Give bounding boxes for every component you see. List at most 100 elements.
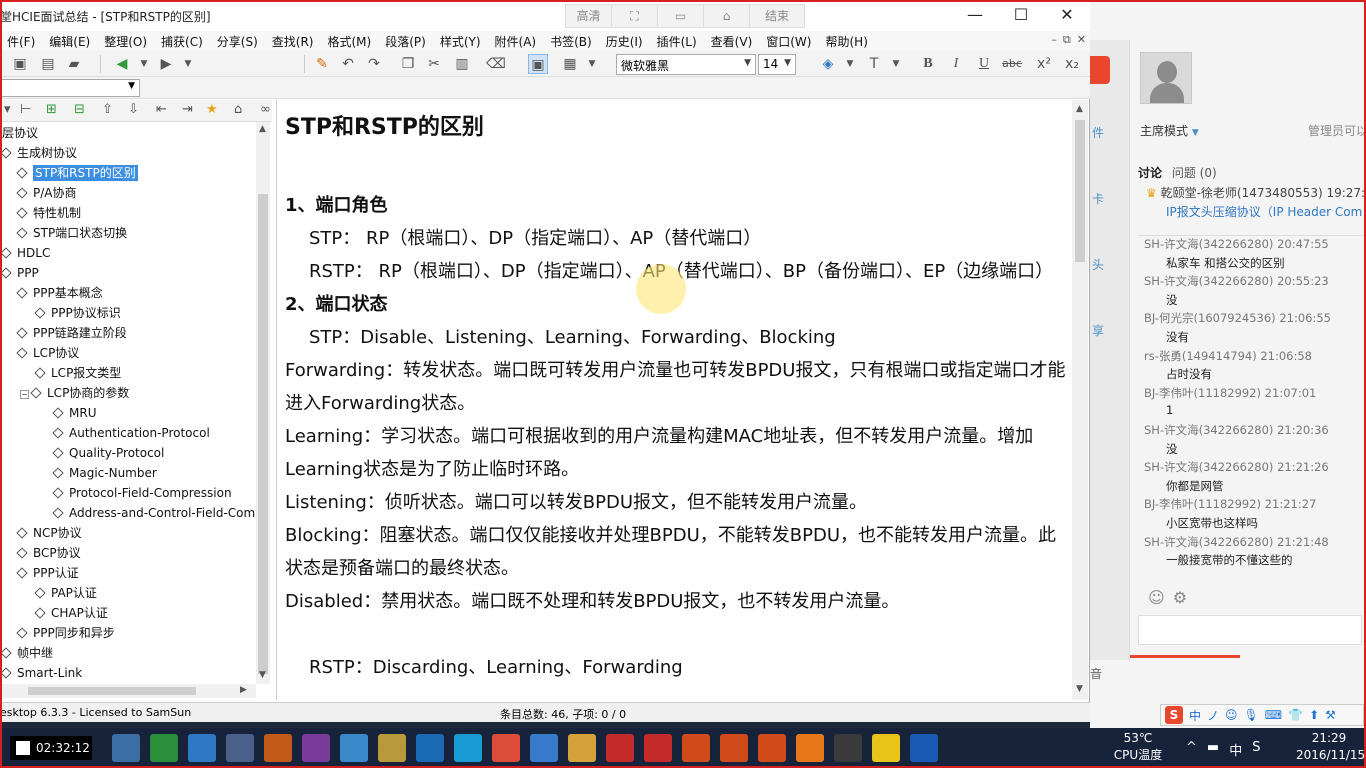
- add-child-icon[interactable]: ⊞: [46, 102, 57, 117]
- tree-node[interactable]: CHAP认证: [34, 603, 108, 623]
- tree-scroll-thumb[interactable]: [258, 194, 268, 674]
- scroll-up-icon[interactable]: ▲: [259, 124, 266, 134]
- tray-message-icon[interactable]: ▬: [1207, 740, 1219, 759]
- ime-upload-icon[interactable]: ⬆: [1309, 708, 1319, 722]
- undo-icon[interactable]: ↶: [338, 54, 358, 74]
- ime-tools-icon[interactable]: ⚒: [1325, 708, 1336, 722]
- tree-node[interactable]: PPP链路建立阶段: [16, 323, 127, 343]
- back-icon[interactable]: ◀: [112, 54, 132, 74]
- tree-node[interactable]: PPP同步和异步: [16, 623, 115, 643]
- network-app-icon[interactable]: [112, 734, 140, 762]
- powerpoint-app-icon-3[interactable]: [758, 734, 786, 762]
- pdf-app-icon-2[interactable]: [644, 734, 672, 762]
- chevron-down-icon[interactable]: ▼: [178, 54, 198, 74]
- start-button[interactable]: 02:32:12: [10, 736, 92, 760]
- add-sibling-icon[interactable]: ⊟: [74, 102, 85, 117]
- close-button[interactable]: ✕: [1044, 4, 1090, 26]
- eraser-icon[interactable]: ⌫: [486, 54, 506, 74]
- mdi-close-button[interactable]: ✕: [1077, 33, 1086, 47]
- tree-node[interactable]: PPP基本概念: [16, 283, 103, 303]
- hd-button[interactable]: 高清: [566, 5, 612, 27]
- italic-button[interactable]: I: [946, 54, 966, 74]
- underline-button[interactable]: U: [974, 54, 994, 74]
- window-capture-icon[interactable]: ▭: [658, 5, 704, 27]
- region-icon[interactable]: ⛶: [612, 5, 658, 27]
- menu-help[interactable]: 帮助(H): [818, 31, 874, 50]
- pdf-app-icon[interactable]: [606, 734, 634, 762]
- tab-discuss[interactable]: 讨论: [1138, 166, 1162, 180]
- cut-icon[interactable]: ✂: [424, 54, 444, 74]
- clock[interactable]: 21:29 2016/11/15: [1296, 730, 1365, 764]
- tree-node[interactable]: Address-and-Control-Field-Com: [52, 503, 255, 523]
- pen-icon[interactable]: ✎: [312, 54, 332, 74]
- style-combo[interactable]: ▼: [0, 79, 140, 97]
- ime-punctuation-icon[interactable]: ノ: [1207, 707, 1219, 724]
- teamviewer-app-icon[interactable]: [834, 734, 862, 762]
- menu-history[interactable]: 历史(I): [599, 31, 650, 50]
- editor-vertical-scrollbar[interactable]: ▲ ▼: [1072, 100, 1088, 700]
- sogou-logo-icon[interactable]: S: [1165, 706, 1183, 724]
- emoji-icon[interactable]: ☺: [1148, 588, 1173, 607]
- tree-node[interactable]: Magic-Number: [52, 463, 157, 483]
- scroll-right-icon[interactable]: ▶: [240, 685, 247, 695]
- menu-bookmark[interactable]: 书签(B): [543, 31, 599, 50]
- tree-node[interactable]: 帧中继: [0, 643, 53, 663]
- tree-node[interactable]: Protocol-Field-Compression: [52, 483, 232, 503]
- save-icon[interactable]: ▣: [10, 54, 30, 74]
- shark-app-icon[interactable]: [910, 734, 938, 762]
- menu-organize[interactable]: 整理(O): [97, 31, 154, 50]
- menu-capture[interactable]: 捕获(C): [154, 31, 210, 50]
- paste-icon[interactable]: ▥: [452, 54, 472, 74]
- superscript-button[interactable]: x²: [1034, 54, 1054, 74]
- tree-node-icon[interactable]: ⊢: [20, 102, 31, 117]
- settings-gear-icon[interactable]: ⚙: [1173, 588, 1195, 607]
- mdi-restore-button[interactable]: ⧉: [1063, 33, 1071, 47]
- menu-share[interactable]: 分享(S): [210, 31, 265, 50]
- tree-node[interactable]: PPP: [0, 263, 39, 283]
- font-name-select[interactable]: 微软雅黑 ▼: [616, 54, 756, 75]
- tree-node[interactable]: Quality-Protocol: [52, 443, 164, 463]
- menu-edit[interactable]: 编辑(E): [42, 31, 97, 50]
- network-map-app-icon[interactable]: [530, 734, 558, 762]
- powerpoint-app-icon[interactable]: [682, 734, 710, 762]
- workflow-app-icon[interactable]: [340, 734, 368, 762]
- text-color-icon[interactable]: T: [864, 54, 884, 74]
- menu-format[interactable]: 格式(M): [320, 31, 378, 50]
- menu-view[interactable]: 查看(V): [704, 31, 760, 50]
- tree-vertical-scrollbar[interactable]: ▲ ▼: [256, 122, 270, 684]
- tree-horizontal-scrollbar[interactable]: ▶: [0, 684, 256, 698]
- tab-questions[interactable]: 问题 (0): [1172, 166, 1217, 180]
- layout-icon[interactable]: ▣: [528, 54, 548, 74]
- avatar[interactable]: [1140, 52, 1192, 104]
- title-bar[interactable]: 堂HCIE面试总结 - [STP和RSTP的区别] 高清 ⛶ ▭ ⌂ 结束 — …: [0, 0, 1090, 31]
- end-button[interactable]: 结束: [750, 5, 804, 27]
- tray-ime-icon[interactable]: 中: [1229, 740, 1242, 759]
- fill-color-icon[interactable]: ◈: [818, 54, 838, 74]
- move-up-icon[interactable]: ⇧: [102, 102, 113, 117]
- scroll-up-icon[interactable]: ▲: [1076, 104, 1083, 114]
- chat-input[interactable]: [1138, 615, 1362, 645]
- move-right-icon[interactable]: ⇥: [182, 102, 193, 117]
- home-icon[interactable]: ⌂: [704, 5, 750, 27]
- chevron-down-icon[interactable]: ▼: [134, 54, 154, 74]
- tree-node[interactable]: HDLC: [0, 243, 50, 263]
- tree-node[interactable]: 生成树协议: [0, 143, 77, 163]
- chevron-down-icon[interactable]: ▼: [886, 54, 906, 74]
- tree-node[interactable]: Smart-Link: [0, 663, 82, 683]
- ime-voice-icon[interactable]: 🎙: [1244, 708, 1259, 722]
- redo-icon[interactable]: ↷: [364, 54, 384, 74]
- menu-style[interactable]: 样式(Y): [433, 31, 488, 50]
- strikethrough-button[interactable]: abc: [1000, 54, 1024, 74]
- tree-node[interactable]: BCP协议: [16, 543, 81, 563]
- menu-window[interactable]: 窗口(W): [759, 31, 818, 50]
- copy-icon[interactable]: ❐: [398, 54, 418, 74]
- minimize-button[interactable]: —: [952, 4, 998, 26]
- outline-tree[interactable]: 层协议 生成树协议 STP和RSTP的区别 P/A协商 特性机制 STP端口状态…: [0, 122, 256, 684]
- tree-node[interactable]: PPP协议标识: [34, 303, 121, 323]
- menu-find[interactable]: 查找(R): [265, 31, 321, 50]
- mdi-minimize-button[interactable]: –: [1051, 33, 1057, 47]
- table-icon[interactable]: ▦: [560, 54, 580, 74]
- bold-button[interactable]: B: [918, 54, 938, 74]
- powerpoint-app-icon-2[interactable]: [720, 734, 748, 762]
- collapse-icon[interactable]: ▾: [4, 102, 11, 117]
